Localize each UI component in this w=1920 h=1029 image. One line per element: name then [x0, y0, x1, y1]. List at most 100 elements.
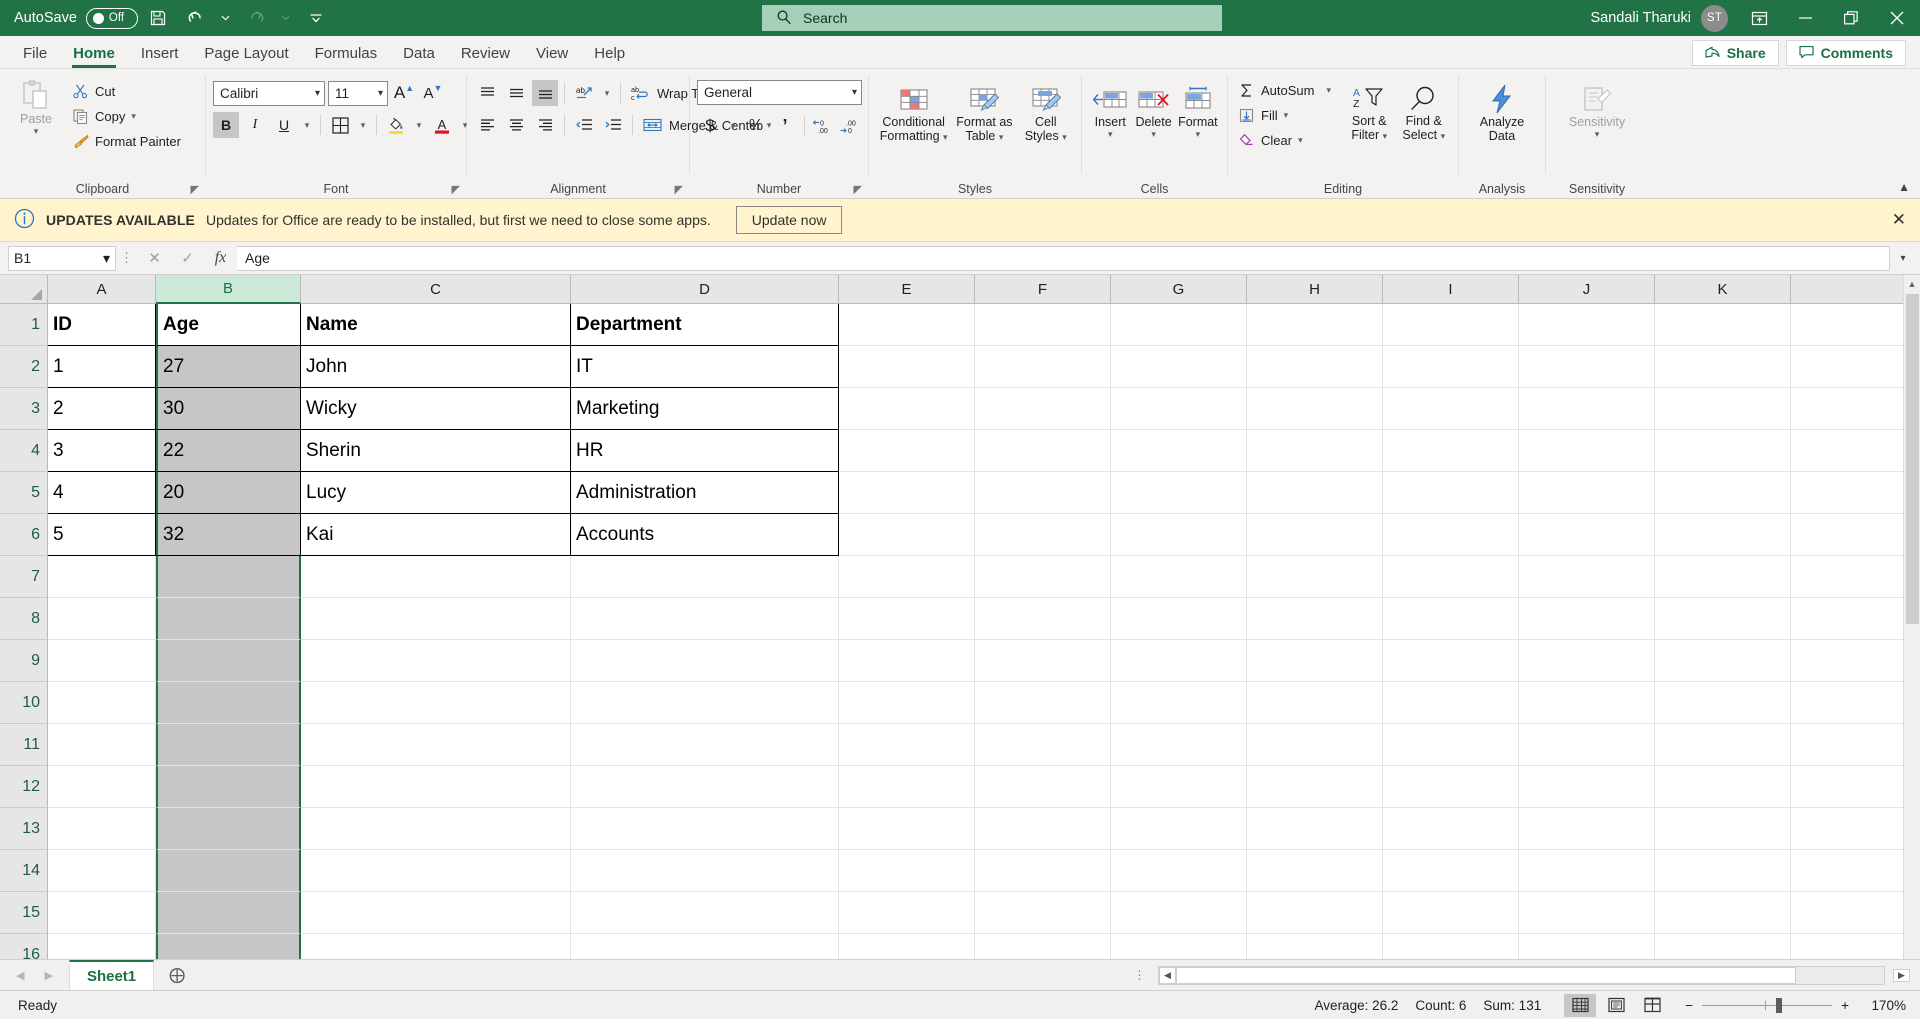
average-stat[interactable]: Average: 26.2 — [1315, 998, 1399, 1013]
cell-F12[interactable] — [975, 766, 1111, 808]
paste-button[interactable]: Paste ▾ — [7, 76, 65, 136]
name-box[interactable]: B1 ▾ — [8, 246, 116, 271]
autosave-control[interactable]: AutoSave Off — [14, 8, 138, 29]
cell-F16[interactable] — [975, 934, 1111, 959]
cancel-icon[interactable]: ✕ — [138, 246, 171, 271]
increase-indent-button[interactable] — [600, 112, 626, 138]
percent-button[interactable]: % — [743, 113, 769, 139]
cell-I10[interactable] — [1383, 682, 1519, 724]
fill-color-button[interactable] — [383, 112, 409, 138]
cell-C8[interactable] — [301, 598, 571, 640]
increase-decimal-button[interactable]: 0.00 — [811, 113, 835, 139]
cell-I14[interactable] — [1383, 850, 1519, 892]
cell-K2[interactable] — [1655, 346, 1791, 388]
font-size-combo[interactable]: 11 ▾ — [328, 81, 388, 106]
chevron-down-icon[interactable]: ▾ — [1383, 131, 1388, 141]
cell-C11[interactable] — [301, 724, 571, 766]
scrollbar-grip[interactable]: ⋮ — [1130, 968, 1150, 982]
cell-A7[interactable] — [48, 556, 156, 598]
cell-B2[interactable]: 27 — [156, 346, 301, 388]
vertical-scrollbar[interactable]: ▲ — [1903, 275, 1920, 959]
close-icon[interactable] — [1874, 0, 1920, 36]
cell-I6[interactable] — [1383, 514, 1519, 556]
column-header-B[interactable]: B — [156, 275, 301, 304]
row-header-3[interactable]: 3 — [0, 388, 48, 430]
align-right-button[interactable] — [532, 112, 558, 138]
cell-E12[interactable] — [839, 766, 975, 808]
cell-J4[interactable] — [1519, 430, 1655, 472]
conditional-formatting-button[interactable]: Conditional Formatting ▾ — [876, 79, 951, 143]
cell-K4[interactable] — [1655, 430, 1791, 472]
bold-button[interactable]: B — [213, 112, 239, 138]
formula-input[interactable]: Age — [237, 246, 1890, 271]
borders-button[interactable] — [327, 112, 353, 138]
align-middle-button[interactable] — [503, 80, 529, 106]
alignment-dialog-launcher-icon[interactable]: ◤ — [675, 183, 683, 196]
zoom-out-button[interactable]: − — [1685, 998, 1693, 1013]
cell-B13[interactable] — [156, 808, 301, 850]
decrease-indent-button[interactable] — [571, 112, 597, 138]
cell-K3[interactable] — [1655, 388, 1791, 430]
cell-H8[interactable] — [1247, 598, 1383, 640]
cell-H11[interactable] — [1247, 724, 1383, 766]
page-layout-view-icon[interactable] — [1600, 994, 1632, 1017]
cell-C6[interactable]: Kai — [301, 514, 571, 556]
cell-A11[interactable] — [48, 724, 156, 766]
cell-E13[interactable] — [839, 808, 975, 850]
tab-file[interactable]: File — [10, 38, 60, 68]
cell-C15[interactable] — [301, 892, 571, 934]
cell-A16[interactable] — [48, 934, 156, 959]
decrease-decimal-button[interactable]: .000 — [838, 113, 862, 139]
cell-D15[interactable] — [571, 892, 839, 934]
cell-K12[interactable] — [1655, 766, 1791, 808]
align-top-button[interactable] — [474, 80, 500, 106]
share-button[interactable]: Share — [1692, 40, 1779, 66]
cell-J1[interactable] — [1519, 304, 1655, 346]
cell-E3[interactable] — [839, 388, 975, 430]
cell-G14[interactable] — [1111, 850, 1247, 892]
column-header-E[interactable]: E — [839, 275, 975, 304]
cell-J13[interactable] — [1519, 808, 1655, 850]
cell-B5[interactable]: 20 — [156, 472, 301, 514]
row-header-7[interactable]: 7 — [0, 556, 48, 598]
cell-C10[interactable] — [301, 682, 571, 724]
cell-C14[interactable] — [301, 850, 571, 892]
align-left-button[interactable] — [474, 112, 500, 138]
autosave-toggle[interactable]: Off — [86, 8, 138, 29]
cell-F2[interactable] — [975, 346, 1111, 388]
cell-E11[interactable] — [839, 724, 975, 766]
chevron-down-icon[interactable]: ▾ — [999, 132, 1004, 142]
cell-D16[interactable] — [571, 934, 839, 959]
cell-I7[interactable] — [1383, 556, 1519, 598]
cell-K6[interactable] — [1655, 514, 1791, 556]
cell-I1[interactable] — [1383, 304, 1519, 346]
cell-C5[interactable]: Lucy — [301, 472, 571, 514]
font-color-button[interactable]: A — [429, 112, 455, 138]
cell-I5[interactable] — [1383, 472, 1519, 514]
autosum-dropdown-icon[interactable]: ▾ — [1326, 85, 1331, 96]
clipboard-dialog-launcher-icon[interactable]: ◤ — [191, 183, 199, 196]
cell-G11[interactable] — [1111, 724, 1247, 766]
format-painter-button[interactable]: Format Painter — [69, 129, 184, 154]
update-now-button[interactable]: Update now — [736, 206, 843, 234]
cell-G6[interactable] — [1111, 514, 1247, 556]
cell-F13[interactable] — [975, 808, 1111, 850]
cell-B14[interactable] — [156, 850, 301, 892]
cell-E7[interactable] — [839, 556, 975, 598]
select-all-button[interactable] — [0, 275, 48, 304]
column-header-K[interactable]: K — [1655, 275, 1791, 304]
number-dialog-launcher-icon[interactable]: ◤ — [854, 183, 862, 196]
chevron-down-icon[interactable]: ▾ — [103, 250, 110, 267]
cell-H6[interactable] — [1247, 514, 1383, 556]
column-header-G[interactable]: G — [1111, 275, 1247, 304]
comma-style-button[interactable]: ’ — [772, 113, 798, 139]
cell-K11[interactable] — [1655, 724, 1791, 766]
cell-C2[interactable]: John — [301, 346, 571, 388]
increase-font-size-button[interactable]: A▲ — [391, 80, 417, 106]
cell-E4[interactable] — [839, 430, 975, 472]
cell-A14[interactable] — [48, 850, 156, 892]
cell-E16[interactable] — [839, 934, 975, 959]
underline-button[interactable]: U — [271, 112, 297, 138]
row-header-4[interactable]: 4 — [0, 430, 48, 472]
chevron-down-icon[interactable]: ▾ — [1441, 131, 1446, 141]
